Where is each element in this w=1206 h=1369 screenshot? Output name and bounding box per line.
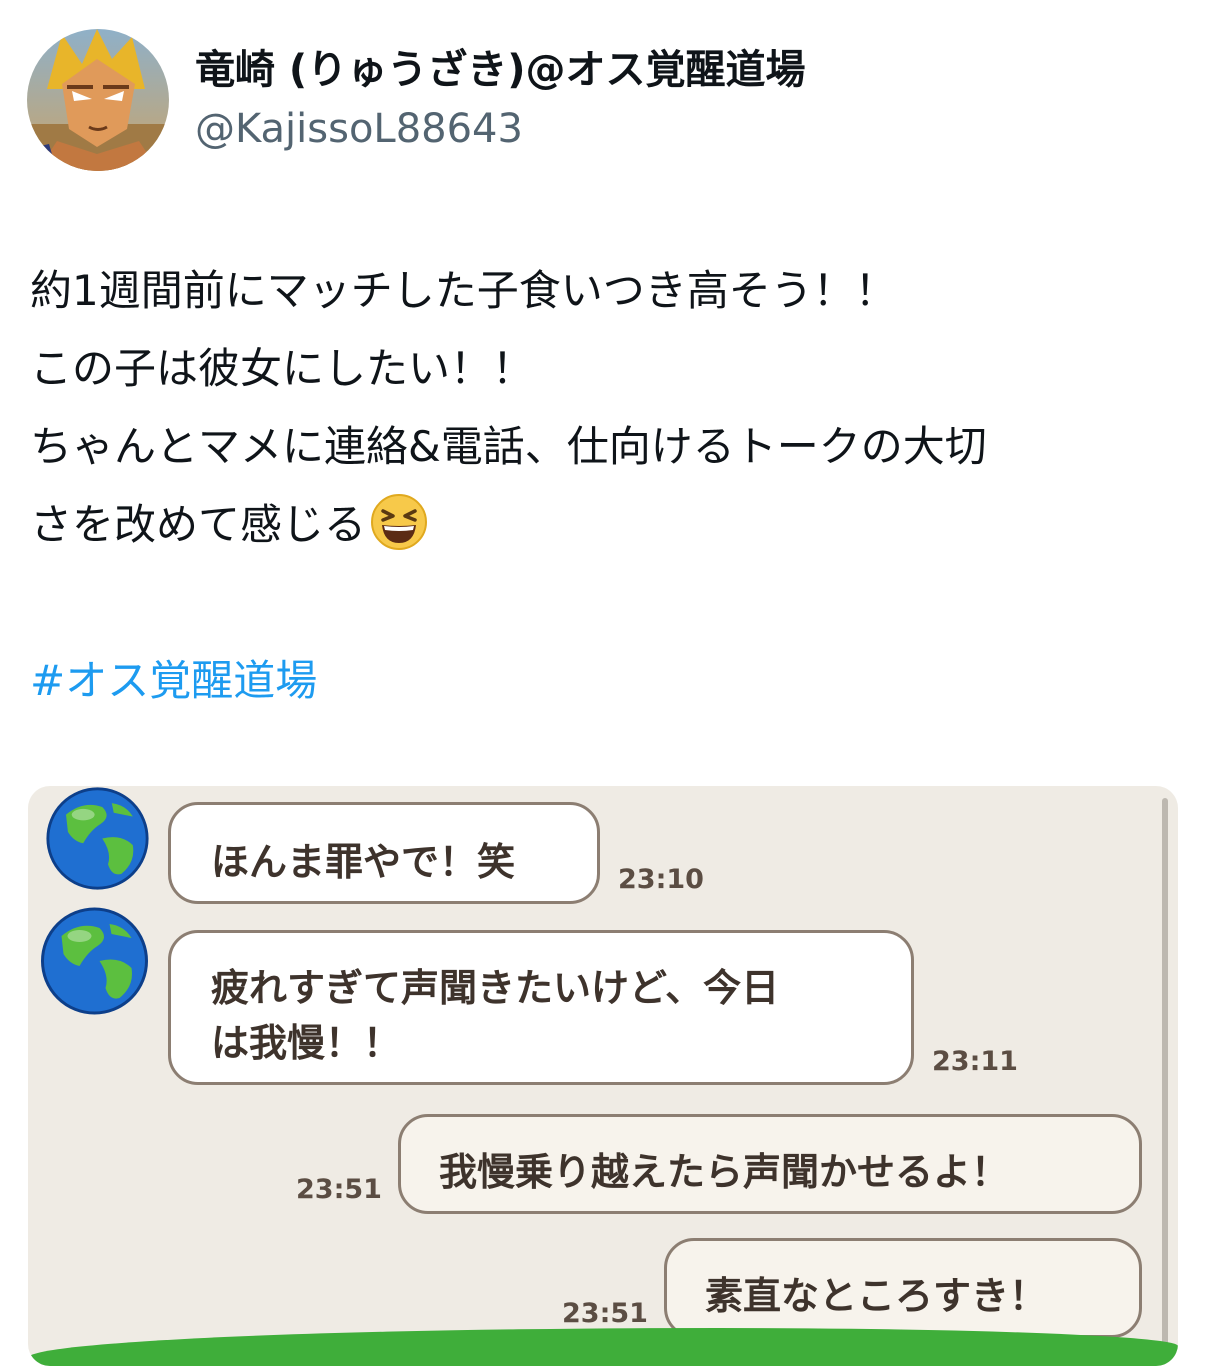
chat-message-text: 素直なところすき！ bbox=[705, 1274, 1048, 1318]
avatar-image bbox=[27, 29, 169, 171]
author-display-name[interactable]: 竜崎 (りゅうざき)@オス覚醒道場 bbox=[195, 42, 806, 98]
earth-globe-icon bbox=[32, 906, 157, 1016]
author-avatar[interactable] bbox=[27, 29, 169, 171]
tweet-line: この子は彼女にしたい！！ bbox=[30, 344, 535, 393]
tweet-text: 約1週間前にマッチした子食いつき高そう！！ この子は彼女にしたい！！ ちゃんとマ… bbox=[30, 252, 1190, 564]
tweet-line-text: さを改めて感じる bbox=[30, 500, 367, 549]
chat-timestamp: 23:51 bbox=[296, 1174, 382, 1205]
chat-bubble-incoming: 疲れすぎて声聞きたいけど、今日 は我慢！！ bbox=[168, 930, 914, 1085]
chat-message-text: 我慢乗り越えたら声聞かせるよ！ bbox=[439, 1150, 1010, 1194]
chat-timestamp: 23:51 bbox=[562, 1298, 648, 1329]
chat-message-text: ほんま罪やで！笑 bbox=[211, 840, 516, 884]
chat-message-text: 疲れすぎて声聞きたいけど、今日 bbox=[211, 966, 780, 1010]
chat-bubble-outgoing: 素直なところすき！ bbox=[664, 1238, 1142, 1338]
earth-globe-icon bbox=[40, 786, 155, 891]
grinning-squinting-face-icon bbox=[370, 493, 428, 551]
tweet-media-image[interactable]: ほんま罪やで！笑 23:10 疲れすぎて声聞きたいけど、今日 は我慢！！ 23:… bbox=[28, 786, 1178, 1366]
hashtag-link[interactable]: #オス覚醒道場 bbox=[30, 648, 317, 714]
author-handle[interactable]: @KajissoL88643 bbox=[195, 101, 523, 157]
chat-message-text: は我慢！！ bbox=[211, 1021, 402, 1065]
chat-timestamp: 23:11 bbox=[932, 1046, 1018, 1077]
tweet-line: さを改めて感じる bbox=[30, 486, 1190, 564]
tweet-line: ちゃんとマメに連絡&電話、仕向けるトークの大切 bbox=[30, 422, 987, 471]
grass-decoration bbox=[28, 1328, 1178, 1366]
chat-bubble-incoming: ほんま罪やで！笑 bbox=[168, 802, 600, 904]
chat-timestamp: 23:10 bbox=[618, 864, 704, 895]
tweet-line: 約1週間前にマッチした子食いつき高そう！！ bbox=[30, 266, 897, 315]
chat-scrollbar bbox=[1162, 798, 1168, 1358]
chat-bubble-outgoing: 我慢乗り越えたら声聞かせるよ！ bbox=[398, 1114, 1142, 1214]
